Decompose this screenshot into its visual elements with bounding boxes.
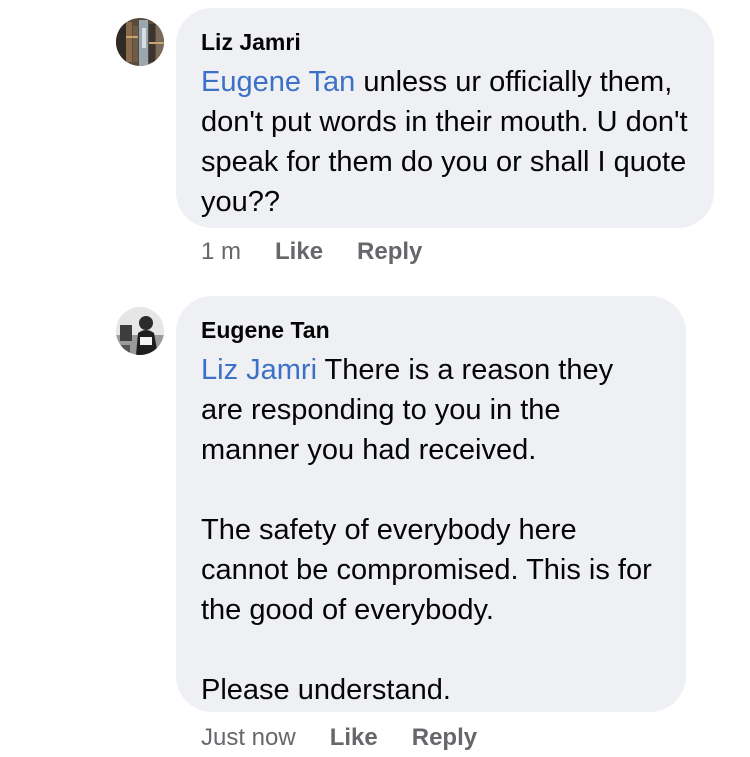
comment-timestamp[interactable]: Just now — [201, 724, 296, 752]
comment-bubble: Eugene Tan Liz Jamri There is a reason t… — [176, 296, 686, 712]
reply-button[interactable]: Reply — [357, 238, 422, 266]
reply-button[interactable]: Reply — [412, 724, 477, 752]
comment-author[interactable]: Eugene Tan — [201, 316, 662, 344]
comment-actions: 1 m Like Reply — [201, 238, 456, 266]
avatar-photo-icon — [116, 307, 164, 355]
comment-body: There is a reason they are responding to… — [201, 354, 652, 706]
like-button[interactable]: Like — [275, 238, 323, 266]
mention-link[interactable]: Eugene Tan — [201, 66, 355, 98]
like-button[interactable]: Like — [330, 724, 378, 752]
avatar[interactable] — [116, 18, 164, 66]
avatar-photo-icon — [116, 18, 164, 66]
comment-text: Liz Jamri There is a reason they are res… — [201, 350, 662, 710]
comment-timestamp[interactable]: 1 m — [201, 238, 241, 266]
comment-bubble: Liz Jamri Eugene Tan unless ur officiall… — [176, 8, 714, 228]
avatar[interactable] — [116, 307, 164, 355]
comment-actions: Just now Like Reply — [201, 724, 511, 752]
mention-link[interactable]: Liz Jamri — [201, 354, 317, 386]
comment-text: Eugene Tan unless ur officially them, do… — [201, 62, 690, 222]
comment-author[interactable]: Liz Jamri — [201, 28, 690, 56]
